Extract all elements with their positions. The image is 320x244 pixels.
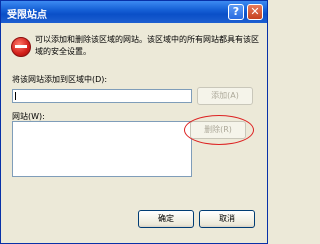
- ok-button[interactable]: 确定: [138, 210, 194, 228]
- text-caret: [15, 92, 16, 100]
- help-icon[interactable]: ?: [228, 4, 244, 20]
- close-icon[interactable]: ✕: [247, 4, 263, 20]
- site-url-input[interactable]: [12, 89, 192, 103]
- description-text: 可以添加和删除该区域的网站。该区域中的所有网站都具有该区域的安全设置。: [35, 35, 259, 56]
- title-bar[interactable]: 受限站点 ? ✕: [1, 1, 267, 23]
- add-button[interactable]: 添加(A): [197, 87, 253, 105]
- restricted-sites-dialog: 受限站点 ? ✕ 可以添加和删除该区域的网站。该区域中的所有网站都具有该区域的安…: [0, 0, 268, 244]
- stop-icon: [11, 37, 31, 57]
- dialog-title: 受限站点: [7, 10, 47, 21]
- cancel-button[interactable]: 取消: [199, 210, 255, 228]
- add-site-label: 将该网站添加到区域中(D):: [12, 75, 108, 84]
- sites-listbox[interactable]: [12, 121, 192, 177]
- red-highlight-circle: [184, 115, 254, 145]
